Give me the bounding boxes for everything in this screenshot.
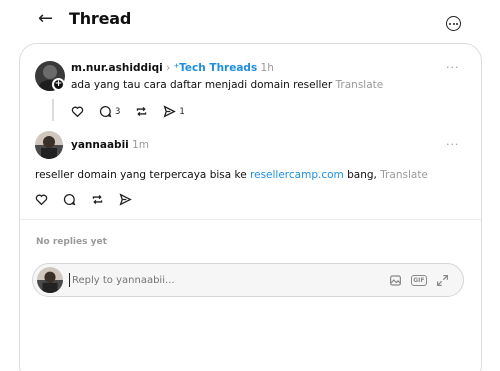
- reply-link[interactable]: resellercamp.com: [250, 169, 344, 181]
- reply-text: reseller domain yang terpercaya bisa ke: [35, 169, 251, 181]
- reply-actions: [35, 193, 147, 206]
- avatar: [37, 267, 63, 293]
- post-text: ada yang tau cara daftar menjadi domain …: [71, 79, 333, 91]
- reply-username[interactable]: yannaabii: [71, 139, 129, 151]
- no-replies-label: No replies yet: [36, 237, 107, 247]
- translate-link[interactable]: Translate: [336, 79, 384, 91]
- thread-connector: [52, 99, 54, 121]
- arrow-left-icon[interactable]: ←: [38, 8, 53, 30]
- repost-button[interactable]: [91, 193, 104, 206]
- send-icon: [163, 105, 177, 118]
- top-bar: ← Thread: [0, 0, 500, 40]
- share-button[interactable]: [119, 193, 132, 206]
- expand-icon[interactable]: [436, 274, 449, 287]
- reply-composer[interactable]: GIF: [32, 263, 464, 297]
- divider: [20, 219, 481, 220]
- repost-button[interactable]: [135, 105, 148, 118]
- repost-icon: [92, 194, 103, 205]
- comment-icon: [99, 105, 112, 118]
- reply-text-row: reseller domain yang terpercaya bisa ke …: [35, 169, 428, 181]
- comment-icon: [63, 193, 76, 206]
- share-button[interactable]: 1: [163, 105, 185, 118]
- reply-header: yannaabii 1m: [71, 139, 149, 151]
- follow-plus-icon[interactable]: +: [52, 78, 65, 91]
- composer-icons: GIF: [389, 274, 449, 287]
- post-actions: 3 1: [71, 105, 200, 118]
- post-text-row: ada yang tau cara daftar menjadi domain …: [71, 79, 383, 91]
- thread-card: + m.nur.ashiddiqi › ⁺Tech Threads 1h ···…: [19, 43, 482, 371]
- image-icon[interactable]: [389, 274, 402, 287]
- like-button[interactable]: [71, 105, 84, 118]
- reply-text-end: bang,: [343, 169, 377, 181]
- like-button[interactable]: [35, 193, 48, 206]
- post-more-icon[interactable]: ···: [446, 61, 460, 74]
- separator: ›: [166, 62, 171, 74]
- post-time: 1h: [260, 62, 274, 74]
- post-header: m.nur.ashiddiqi › ⁺Tech Threads 1h: [71, 62, 274, 74]
- send-icon: [119, 193, 132, 206]
- post-username[interactable]: m.nur.ashiddiqi: [71, 62, 163, 74]
- reply-button[interactable]: [63, 193, 76, 206]
- heart-icon: [71, 106, 84, 118]
- reply-button[interactable]: 3: [99, 105, 120, 118]
- reply-more-icon[interactable]: ···: [446, 138, 460, 151]
- translate-link[interactable]: Translate: [380, 169, 428, 181]
- heart-icon: [35, 194, 48, 206]
- ellipsis-circle-icon[interactable]: [446, 16, 461, 31]
- community-name[interactable]: Tech Threads: [179, 62, 257, 74]
- reply-time: 1m: [132, 139, 150, 151]
- repost-icon: [137, 106, 147, 117]
- reply-count: 3: [115, 106, 121, 117]
- share-count: 1: [179, 106, 185, 117]
- page-title: Thread: [69, 9, 132, 28]
- avatar[interactable]: [35, 131, 63, 159]
- reply-input[interactable]: [69, 273, 309, 287]
- gif-icon[interactable]: GIF: [410, 275, 427, 286]
